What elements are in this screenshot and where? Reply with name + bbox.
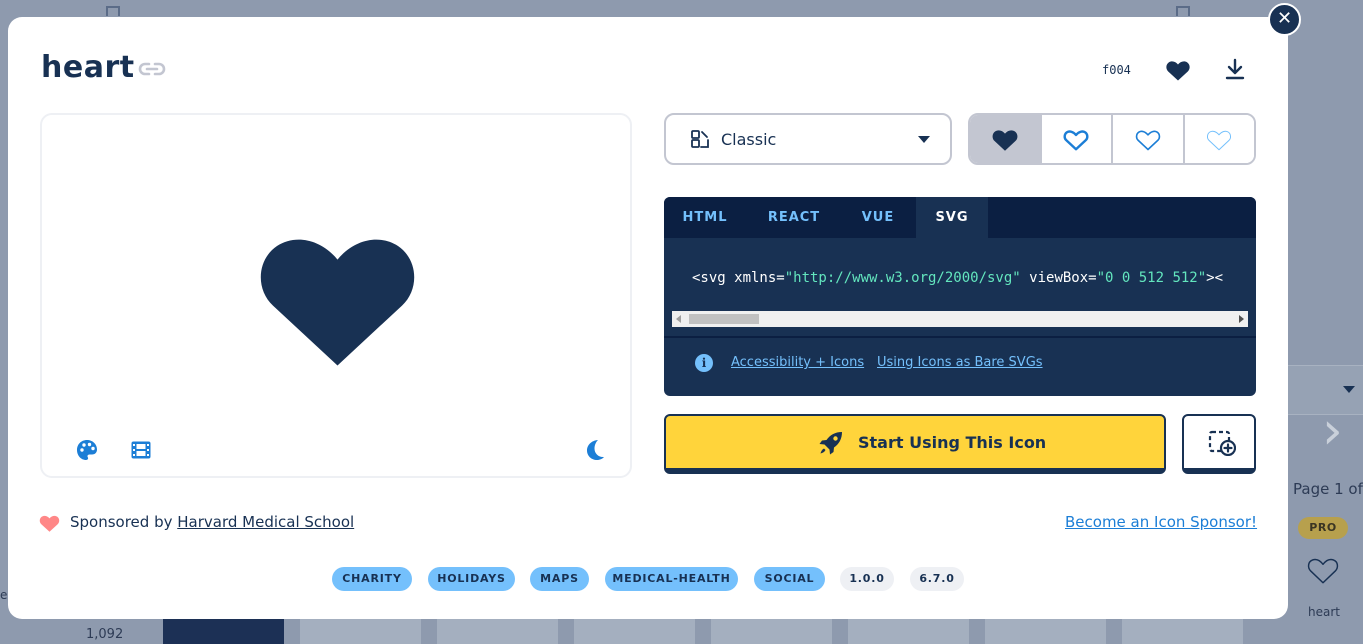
divider	[664, 336, 1256, 338]
code-prefix: <svg xmlns=	[692, 270, 785, 286]
sponsor-link[interactable]: Harvard Medical School	[177, 513, 354, 531]
palette-icon[interactable]	[76, 439, 98, 461]
square-dashed-plus-icon	[1208, 430, 1236, 456]
version-badge: 6.7.0	[910, 567, 964, 591]
scroll-left-icon[interactable]	[676, 315, 681, 323]
code-scrollbar[interactable]	[672, 311, 1248, 327]
unicode-value[interactable]: f004	[1102, 63, 1131, 77]
link-icon[interactable]	[138, 60, 166, 78]
icon-tile[interactable]	[711, 619, 832, 644]
icon-tile[interactable]	[985, 619, 1106, 644]
cart-icon	[106, 6, 120, 16]
tag-social[interactable]: SOCIAL	[754, 567, 825, 591]
favorite-heart-icon[interactable]	[1166, 59, 1190, 81]
icon-tile[interactable]	[1122, 619, 1243, 644]
tab-html[interactable]: HTML	[664, 197, 746, 238]
code-attr: viewBox=	[1020, 270, 1097, 286]
bare-svgs-link[interactable]: Using Icons as Bare SVGs	[877, 355, 1043, 370]
shapes-icon	[691, 130, 709, 148]
version-badge: 1.0.0	[840, 567, 894, 591]
accessibility-link[interactable]: Accessibility + Icons	[731, 355, 864, 370]
pagination-text: Page 1 of	[1293, 480, 1363, 498]
sponsor-text: Sponsored by Harvard Medical School	[70, 513, 354, 531]
heart-outline-icon[interactable]	[1306, 553, 1340, 587]
sponsor-heart-icon	[39, 515, 60, 532]
heart-icon	[260, 239, 415, 366]
tag-medical-health[interactable]: MEDICAL-HEALTH	[605, 567, 738, 591]
tab-react[interactable]: REACT	[754, 197, 834, 238]
share-icon	[1176, 6, 1190, 16]
scroll-right-icon[interactable]	[1239, 315, 1244, 323]
heart-solid-icon	[992, 130, 1018, 151]
pro-badge: PRO	[1298, 517, 1348, 539]
variant-light[interactable]	[1113, 115, 1185, 163]
heart-light-icon	[1135, 130, 1160, 151]
become-sponsor-link[interactable]: Become an Icon Sponsor!	[1065, 513, 1257, 531]
start-using-button[interactable]: Start Using This Icon	[664, 414, 1166, 474]
start-using-label: Start Using This Icon	[858, 433, 1047, 452]
tab-vue[interactable]: VUE	[844, 197, 912, 238]
variant-thin[interactable]	[1184, 115, 1254, 163]
code-suffix: ><	[1206, 270, 1224, 286]
code-xmlns: "http://www.w3.org/2000/svg"	[784, 270, 1021, 286]
icon-preview	[40, 113, 632, 478]
moon-icon[interactable]	[585, 439, 605, 461]
heart-thin-icon	[1207, 130, 1232, 151]
icon-tile[interactable]	[300, 619, 421, 644]
variant-regular[interactable]	[1041, 115, 1113, 163]
icon-title: heart	[41, 50, 135, 85]
film-icon[interactable]	[130, 439, 152, 461]
scroll-thumb[interactable]	[689, 314, 759, 324]
icon-grid-row	[163, 619, 1363, 644]
chevron-down-icon	[918, 136, 930, 143]
sponsor-prefix: Sponsored by	[70, 513, 178, 531]
heart-regular-icon	[1063, 130, 1089, 151]
code-snippet[interactable]: <svg xmlns="http://www.w3.org/2000/svg" …	[692, 270, 1248, 286]
tag-maps[interactable]: MAPS	[530, 567, 589, 591]
download-icon[interactable]	[1225, 58, 1245, 80]
rocket-icon	[819, 432, 842, 455]
style-select-value: Classic	[721, 130, 777, 149]
code-panel: HTML REACT VUE SVG <svg xmlns="http://ww…	[664, 197, 1256, 396]
chevron-down-icon	[1343, 386, 1355, 393]
icon-grid-label: heart	[1308, 605, 1340, 619]
icon-detail-modal: heart f004 Classic HTML REACT VUE SVG <s…	[8, 17, 1288, 619]
add-to-kit-button[interactable]	[1182, 414, 1256, 474]
style-select[interactable]: Classic	[664, 113, 952, 165]
icon-tile[interactable]	[437, 619, 558, 644]
style-variant-group	[968, 113, 1256, 165]
tag-charity[interactable]: CHARITY	[332, 567, 412, 591]
icon-tile[interactable]	[848, 619, 969, 644]
next-page-chevron-icon[interactable]: ›	[1322, 405, 1362, 465]
code-viewbox: "0 0 512 512"	[1096, 270, 1207, 286]
result-count: 1,092	[86, 627, 124, 642]
info-icon: i	[695, 354, 713, 372]
tab-svg[interactable]: SVG	[916, 197, 988, 238]
code-tabs: HTML REACT VUE SVG	[664, 197, 1256, 238]
tag-holidays[interactable]: HOLIDAYS	[428, 567, 515, 591]
variant-solid[interactable]	[970, 115, 1042, 163]
close-modal-button[interactable]: ✕	[1268, 3, 1301, 36]
partial-text: e	[0, 588, 8, 602]
icon-tile[interactable]	[574, 619, 695, 644]
icon-tile[interactable]	[163, 619, 284, 644]
